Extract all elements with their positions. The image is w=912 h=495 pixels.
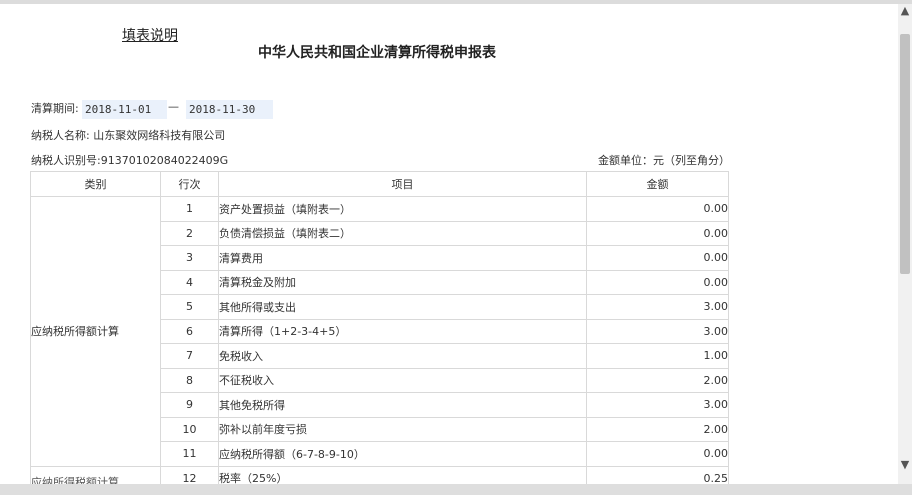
item-cell: 清算所得（1+2-3-4+5） — [218, 318, 587, 344]
row-number-cell: 6 — [160, 318, 219, 344]
item-cell: 弥补以前年度亏损 — [218, 416, 587, 442]
taxpayer-id: 纳税人识别号:91370102084022409G — [31, 154, 229, 167]
header-row-number: 行次 — [160, 171, 219, 197]
header-amount: 金额 — [586, 171, 729, 197]
amount-cell[interactable]: 3.00 — [586, 392, 729, 418]
item-cell: 资产处置损益（填附表一） — [218, 196, 587, 222]
header-item: 项目 — [218, 171, 587, 197]
amount-cell[interactable]: 0.00 — [586, 441, 729, 467]
row-number-cell: 12 — [160, 465, 219, 484]
amount-cell[interactable]: 0.00 — [586, 196, 729, 222]
amount-cell[interactable]: 2.00 — [586, 416, 729, 442]
amount-unit-note: 金额单位：元（列至角分） — [598, 154, 730, 167]
form-page: 填表说明 中华人民共和国企业清算所得税申报表 清算期间: 2018-11-01 … — [0, 4, 898, 484]
row-number-cell: 5 — [160, 294, 219, 320]
scroll-up-icon[interactable]: ▲ — [898, 4, 912, 18]
row-number-cell: 2 — [160, 220, 219, 246]
fill-instructions-link[interactable]: 填表说明 — [122, 25, 178, 45]
period-end-input[interactable]: 2018-11-30 — [186, 100, 273, 119]
item-cell: 税率（25%） — [218, 465, 587, 484]
row-number-cell: 8 — [160, 367, 219, 393]
item-cell: 清算费用 — [218, 245, 587, 271]
table-row: 应纳税所得额计算 1 资产处置损益（填附表一） 0.00 — [30, 196, 729, 467]
item-cell: 其他免税所得 — [218, 392, 587, 418]
amount-cell[interactable]: 0.00 — [586, 245, 729, 271]
item-cell: 不征税收入 — [218, 367, 587, 393]
item-cell: 清算税金及附加 — [218, 269, 587, 295]
amount-cell[interactable]: 3.00 — [586, 318, 729, 344]
taxpayer-name: 纳税人名称: 山东聚效网络科技有限公司 — [31, 129, 226, 142]
period-separator: — — [168, 100, 179, 113]
item-cell: 应纳税所得额（6-7-8-9-10） — [218, 441, 587, 467]
scroll-down-icon[interactable]: ▼ — [898, 458, 912, 472]
table-body: 应纳税所得额计算 1 资产处置损益（填附表一） 0.00 2 负债清偿损益（填附表二） 0.… — [30, 196, 729, 484]
category-cell: 应纳所得税额计算 — [30, 465, 161, 484]
period-label: 清算期间: — [31, 102, 79, 115]
period-start-input[interactable]: 2018-11-01 — [82, 100, 167, 119]
item-cell: 负债清偿损益（填附表二） — [218, 220, 587, 246]
form-title: 中华人民共和国企业清算所得税申报表 — [258, 45, 496, 61]
amount-cell[interactable]: 2.00 — [586, 367, 729, 393]
table-row: 应纳所得税额计算 12 税率（25%） 0.25 — [30, 465, 729, 484]
amount-cell[interactable]: 0.25 — [586, 465, 729, 484]
bottom-edge — [0, 484, 912, 495]
amount-cell[interactable]: 1.00 — [586, 343, 729, 369]
row-number-cell: 3 — [160, 245, 219, 271]
amount-cell[interactable]: 3.00 — [586, 294, 729, 320]
row-number-cell: 7 — [160, 343, 219, 369]
vertical-scrollbar[interactable]: ▲ ▼ — [898, 4, 912, 484]
liquidation-report-table: 类别 行次 项目 金额 应纳税所得额计算 1 资产处置损益（填附表一） 0.00 2 负债… — [30, 171, 729, 484]
scroll-thumb[interactable] — [900, 34, 910, 274]
row-number-cell: 1 — [160, 196, 219, 222]
row-number-cell: 9 — [160, 392, 219, 418]
category-cell: 应纳税所得额计算 — [30, 196, 161, 467]
row-number-cell: 10 — [160, 416, 219, 442]
item-cell: 免税收入 — [218, 343, 587, 369]
table-header-row: 类别 行次 项目 金额 — [30, 171, 729, 197]
row-number-cell: 11 — [160, 441, 219, 467]
item-cell: 其他所得或支出 — [218, 294, 587, 320]
amount-cell[interactable]: 0.00 — [586, 269, 729, 295]
header-category: 类别 — [30, 171, 161, 197]
amount-cell[interactable]: 0.00 — [586, 220, 729, 246]
row-number-cell: 4 — [160, 269, 219, 295]
